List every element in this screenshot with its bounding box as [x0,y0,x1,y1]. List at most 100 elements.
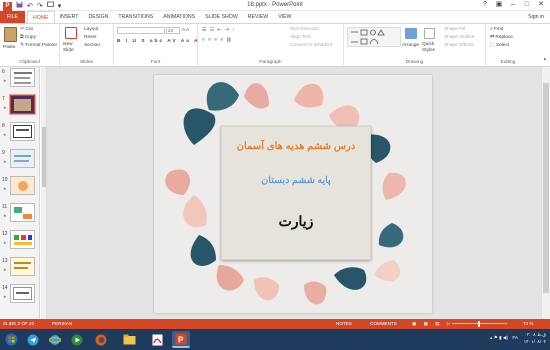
copy-button[interactable]: ⧉ Copy [20,34,36,41]
shapes-gallery[interactable] [347,27,401,47]
current-slide[interactable]: درس ششم هدیه های آسمان پایه ششم دبستان ز… [154,75,432,313]
thumbnail-slide-11[interactable]: 11 ★ [0,202,39,228]
clock-date[interactable]: ۱۴۰۱/۰۸/۰۴ [524,338,546,345]
font-format-buttons[interactable]: B I U S abc AV Aa A [117,38,200,45]
ribbon-display-icon[interactable]: ▣ [492,0,506,10]
thumbnail-slide-14[interactable]: 14 ★ [0,283,39,309]
media-player-taskbar-icon[interactable] [68,331,86,348]
thumbnail-slide-10[interactable]: 10 ★ [0,175,39,201]
thumbnail-image [10,122,35,141]
minimize-icon[interactable]: – [506,0,520,10]
font-name-box[interactable] [117,27,165,34]
reset-button[interactable]: Reset [84,34,97,41]
slide-scroll-thumb[interactable] [543,83,549,293]
sign-in-link[interactable]: Sign in [528,11,544,23]
transition-star-icon: ★ [3,105,7,110]
maximize-icon[interactable]: □ [520,0,534,10]
thumbnail-slide-8[interactable]: 8 ★ [0,121,39,147]
zoom-slider-thumb[interactable] [478,321,480,327]
select-button[interactable]: ⬚ Select [490,42,509,49]
zoom-level[interactable]: 74 % [523,319,533,329]
find-button[interactable]: ⌕ Find [490,26,503,33]
collapse-ribbon-icon[interactable]: ▴ [544,56,546,63]
input-language[interactable]: FA [512,334,518,341]
layout-button[interactable]: Layout [84,26,98,33]
grow-font-icon[interactable]: A A [182,27,189,34]
shadow-button[interactable]: S [141,39,146,44]
tray-icons[interactable]: ▴ ⚑ ▮ ◀) [490,334,508,341]
italic-button[interactable]: I [126,39,129,44]
tab-design[interactable]: DESIGN [83,11,113,23]
start-button[interactable] [2,331,20,348]
tab-view[interactable]: VIEW [273,11,296,23]
change-case-button[interactable]: Aa [181,39,191,44]
tab-slide-show[interactable]: SLIDE SHOW [200,11,243,23]
align-buttons[interactable]: ≡ ≡ ≡ ≡ ▥ [202,37,232,44]
grade-subtitle[interactable]: پایه ششم دبستان [222,175,370,186]
help-icon[interactable]: ? [478,0,492,10]
bold-button[interactable]: B [117,39,122,44]
thumbnail-number: 12 [2,231,8,237]
new-slide-icon[interactable] [65,27,77,39]
convert-smartart-button[interactable]: Convert to SmartArt [290,42,332,49]
topic-heading[interactable]: زیارت [222,213,370,230]
tab-file[interactable]: FILE [0,11,25,23]
spacing-button[interactable]: AV [167,39,177,44]
paste-button[interactable]: Paste [3,44,15,51]
arrange-icon[interactable] [405,28,417,39]
tab-animations[interactable]: ANIMATIONS [158,11,200,23]
transition-star-icon: ★ [3,240,7,245]
section-button[interactable]: Section [84,42,100,49]
list-buttons[interactable]: ☰ ☷ ⇤ ⇥ ↕ [202,27,235,34]
clock-time[interactable]: ۰۲:۰۸ ق.ظ [524,331,546,338]
text-direction-button[interactable]: Text Direction [290,26,319,33]
thumbnail-slide-6[interactable]: 6 ★ [0,67,39,93]
thumbnail-number: 7 [2,96,5,102]
thumbnail-slide-9[interactable]: 9 ★ [0,148,39,174]
tab-insert[interactable]: INSERT [55,11,84,23]
scroll-thumb[interactable] [42,127,46,187]
slide-thumbnails-panel[interactable]: 6 ★ 7 ★ 8 ★ 9 ★ 10 ★ 11 ★ 12 ★ 13 ★ 14 ★ [0,67,40,319]
quick-styles-button[interactable]: Quick Styles [422,42,438,54]
slides-group: New Slide Layout Reset Section Slides [60,24,114,66]
powerpoint-taskbar-icon[interactable]: P [172,331,190,348]
close-icon[interactable]: ✕ [534,0,548,10]
replace-button[interactable]: ⇄ Replace [490,34,513,41]
thumbnail-image [10,230,35,249]
cut-button[interactable]: ✂ Cut [20,26,33,33]
language-indicator[interactable]: PERSIAN [52,319,72,329]
tab-home[interactable]: HOME [26,11,55,23]
shape-effects-button[interactable]: Shape Effects [444,42,474,49]
shape-outline-button[interactable]: Shape Outline [444,34,474,41]
title-card[interactable]: درس ششم هدیه های آسمان پایه ششم دبستان ز… [221,126,371,260]
thumbnail-slide-13[interactable]: 13 ★ [0,256,39,282]
telegram-taskbar-icon[interactable] [24,331,42,348]
underline-button[interactable]: U [133,39,138,44]
thumbnail-image [9,94,36,115]
slide-scrollbar[interactable] [541,67,550,319]
internet-explorer-taskbar-icon[interactable] [46,331,64,348]
strikethrough-button[interactable]: abc [150,39,164,44]
firefox-taskbar-icon[interactable] [92,331,110,348]
view-buttons[interactable]: ▣ ▦ ▤ ▷ [412,319,453,329]
acrobat-taskbar-icon[interactable] [148,331,166,348]
align-text-button[interactable]: Align Text [290,34,311,41]
tab-review[interactable]: REVIEW [243,11,273,23]
lesson-title[interactable]: درس ششم هدیه های آسمان [222,141,370,152]
thumbnail-slide-7[interactable]: 7 ★ [0,94,39,120]
tab-transitions[interactable]: TRANSITIONS [113,11,158,23]
slide-canvas[interactable]: درس ششم هدیه های آسمان پایه ششم دبستان ز… [47,67,541,319]
comments-button[interactable]: COMMENTS [370,319,397,329]
thumbnail-image [10,149,35,168]
thumbnail-slide-12[interactable]: 12 ★ [0,229,39,255]
font-label: Font [150,60,161,65]
format-painter-button[interactable]: ✎ Format Painter [20,42,57,49]
new-slide-button[interactable]: New Slide [63,42,81,54]
paste-icon[interactable] [4,27,17,42]
font-size-box[interactable]: 24 [166,27,180,34]
file-explorer-taskbar-icon[interactable] [120,331,138,348]
arrange-button[interactable]: Arrange [402,42,419,49]
notes-button[interactable]: NOTES [336,319,352,329]
shape-fill-button[interactable]: Shape Fill [444,26,465,33]
quick-styles-icon[interactable] [424,28,435,39]
